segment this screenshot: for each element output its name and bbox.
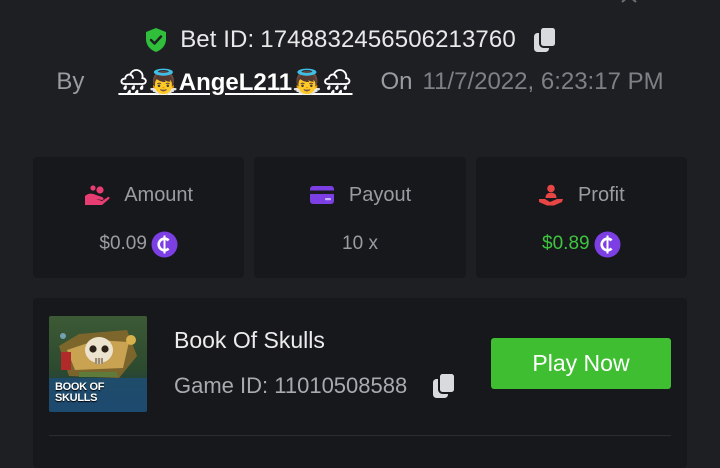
on-label: On <box>380 68 413 95</box>
bet-id-text: Bet ID: 1748832456506213760 <box>180 26 516 54</box>
amount-label: Amount <box>124 183 194 206</box>
by-label: By <box>56 68 85 95</box>
bet-id-label: Bet ID: <box>180 26 255 53</box>
copy-icon[interactable] <box>532 26 558 54</box>
bet-timestamp: 11/7/2022, 6:23:17 PM <box>422 68 664 95</box>
profit-label: Profit <box>577 183 625 206</box>
amount-card: Amount $0.09 <box>33 157 245 278</box>
amount-value-row: $0.09 <box>99 230 178 258</box>
play-now-button[interactable]: Play Now <box>491 338 671 389</box>
game-id-row: Game ID: 11010508588 <box>174 372 457 400</box>
copy-icon[interactable] <box>431 372 457 400</box>
bet-id-row: Bet ID: 1748832456506213760 <box>0 22 720 58</box>
bet-stats: Amount $0.09 Payout 10 x Profit $0.89 <box>33 157 687 278</box>
payout-card: Payout 10 x <box>254 157 466 278</box>
hand-coins-icon <box>85 185 110 205</box>
payout-value-row: 10 x <box>342 230 378 258</box>
wallet-card-icon <box>309 186 334 204</box>
amount-value: $0.09 <box>99 233 147 254</box>
divider <box>49 435 671 436</box>
payout-value: 10 x <box>342 233 378 254</box>
game-id-value: 11010508588 <box>274 373 408 398</box>
payout-label: Payout <box>348 183 412 206</box>
cent-coin-icon <box>594 231 621 257</box>
verified-shield-icon <box>146 28 167 52</box>
profit-card: Profit $0.89 <box>475 157 687 278</box>
author-row: By 🌧👼AngeL211👼🌧 On 11/7/2022, 6:23:17 PM <box>0 64 720 100</box>
username-link[interactable]: 🌧👼AngeL211👼🌧 <box>118 68 352 97</box>
hand-person-icon <box>538 184 563 206</box>
bet-id-value: 1748832456506213760 <box>260 26 516 53</box>
game-title[interactable]: Book Of Skulls <box>174 327 325 354</box>
profit-value: $0.89 <box>542 233 590 254</box>
profit-value-row: $0.89 <box>542 230 621 258</box>
game-id-label: Game ID: <box>174 373 269 398</box>
expand-arrow-icon[interactable] <box>620 0 638 6</box>
game-card: BOOK OF SKULLS Book Of Skulls Game ID: 1… <box>33 298 687 468</box>
cent-coin-icon <box>151 231 178 257</box>
game-thumbnail[interactable]: BOOK OF SKULLS <box>49 316 147 412</box>
thumbnail-title: BOOK OF SKULLS <box>55 381 105 404</box>
